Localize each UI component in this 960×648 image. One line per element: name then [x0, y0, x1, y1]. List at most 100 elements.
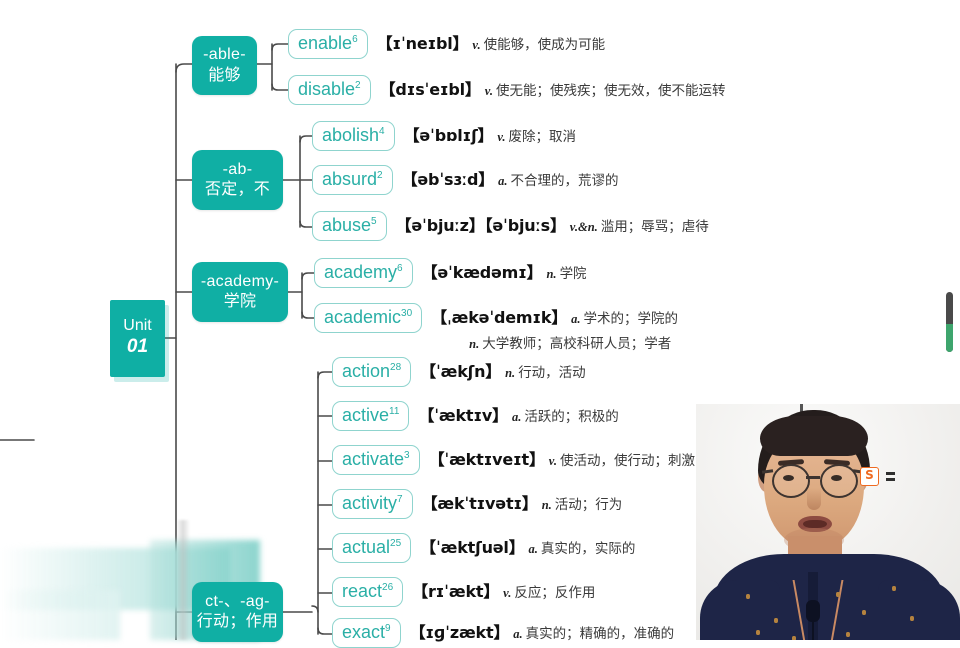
word-row[interactable]: activity7 【ækˈtɪvətɪ】 n. 活动；行为: [332, 489, 622, 519]
presenter-video-overlay[interactable]: [696, 404, 960, 640]
word-chip[interactable]: active11: [332, 401, 410, 431]
word-meaning: 滥用；辱骂；虐待: [600, 219, 709, 235]
word-pos: v.: [497, 130, 506, 144]
word-ipa: 【əˈbjuːz】【əˈbjuːs】: [395, 216, 566, 235]
word-row[interactable]: abolish4 【əˈbɒlɪʃ】 v. 废除；取消: [312, 121, 576, 151]
sense-line: 【ˌækəˈdemɪk】 a. 学术的；学院的: [431, 306, 678, 332]
word-pos: a.: [498, 174, 508, 188]
word-row[interactable]: absurd2 【əbˈsɜːd】 a. 不合理的，荒谬的: [312, 165, 618, 195]
word-pos: a.: [571, 312, 581, 326]
word-row[interactable]: active11 【ˈæktɪv】 a. 活跃的；积极的: [332, 401, 619, 431]
word-count: 6: [352, 34, 358, 45]
mindmap-canvas: Unit 01 -able- 能够 -ab- 否定，不 -academy- 学院…: [0, 0, 960, 648]
word-chip[interactable]: activity7: [332, 489, 413, 519]
word-chip[interactable]: actual25: [332, 533, 412, 563]
word-count: 6: [397, 263, 403, 274]
word-chip[interactable]: academy6: [314, 258, 413, 288]
motion-blur-artifact: [176, 520, 190, 640]
word-definition: 【əˈkædəmɪ】 n. 学院: [422, 258, 587, 287]
word-row[interactable]: action28 【ˈækʃn】 n. 行动，活动: [332, 357, 586, 387]
sense-line: 【ækˈtɪvətɪ】 n. 活动；行为: [422, 492, 623, 518]
word-definition: 【əˈbjuːz】【əˈbjuːs】 v.&n. 滥用；辱骂；虐待: [396, 211, 709, 240]
word-ipa: 【ˈækʃn】: [420, 362, 502, 381]
word-chip[interactable]: absurd2: [312, 165, 393, 195]
sense-line: 【əˈbɒlɪʃ】 v. 废除；取消: [404, 124, 576, 150]
sense-line: 【əˈbjuːz】【əˈbjuːs】 v.&n. 滥用；辱骂；虐待: [396, 214, 709, 240]
word-row[interactable]: react26 【rɪˈækt】 v. 反应；反作用: [332, 577, 595, 607]
word-chip[interactable]: react26: [332, 577, 404, 607]
word-pos: a.: [513, 627, 523, 641]
word-ipa: 【ˈæktɪv】: [418, 406, 508, 425]
branch-gloss: 行动；作用: [196, 613, 279, 630]
word-chip[interactable]: academic30: [314, 303, 423, 333]
glasses-bridge: [806, 476, 820, 479]
word-ipa: 【əˈkædəmɪ】: [421, 263, 543, 282]
word-definition: 【ˈæktʃuəl】 a. 真实的，实际的: [420, 533, 635, 562]
word-chip[interactable]: enable6: [288, 29, 368, 59]
word-meaning: 反应；反作用: [514, 585, 596, 601]
word-count: 3: [404, 450, 410, 461]
word-row[interactable]: disable2 【dɪsˈeɪbl】 v. 使无能；使残疾；使无效，使不能运转: [288, 75, 725, 105]
word-meaning: 使能够，使成为可能: [483, 37, 606, 53]
sense-line: 【dɪsˈeɪbl】 v. 使无能；使残疾；使无效，使不能运转: [380, 78, 726, 104]
word-definition: 【rɪˈækt】 v. 反应；反作用: [412, 577, 595, 606]
branch-affix: -able-: [203, 46, 246, 64]
word-ipa: 【ɪˈneɪbl】: [376, 34, 469, 53]
branch-node-academy[interactable]: -academy- 学院: [192, 262, 288, 322]
word-row[interactable]: enable6 【ɪˈneɪbl】 v. 使能够，使成为可能: [288, 29, 605, 59]
word-count: 2: [355, 80, 361, 91]
word-row[interactable]: abuse5 【əˈbjuːz】【əˈbjuːs】 v.&n. 滥用；辱骂；虐待: [312, 211, 709, 241]
word-ipa: 【əˈbɒlɪʃ】: [403, 126, 494, 145]
root-node-line2: 01: [126, 336, 149, 358]
word-chip[interactable]: activate3: [332, 445, 420, 475]
word-pos: a.: [511, 410, 522, 424]
sense-line: n. 大学教师；高校科研人员；学者: [431, 332, 678, 357]
word-row[interactable]: actual25 【ˈæktʃuəl】 a. 真实的，实际的: [332, 533, 635, 563]
word-meaning: 学院: [559, 266, 587, 282]
motion-blur-artifact: [0, 590, 120, 640]
branch-gloss: 学院: [223, 293, 257, 310]
word-ipa: 【ˈæktɪveɪt】: [428, 450, 545, 469]
word-pos: v.: [548, 454, 557, 468]
word-text: activity: [342, 493, 398, 513]
shoulder-right: [878, 580, 960, 640]
word-chip[interactable]: abolish4: [312, 121, 395, 151]
word-count: 25: [390, 538, 402, 549]
word-pos: v.: [503, 586, 512, 600]
word-pos: a.: [528, 542, 538, 556]
microphone-wire: [812, 620, 814, 640]
shirt-pattern-dot: [756, 630, 760, 635]
word-chip[interactable]: disable2: [288, 75, 371, 105]
sense-line: 【əˈkædəmɪ】 n. 学院: [422, 261, 587, 287]
scrollbar-thumb[interactable]: [946, 324, 953, 352]
word-pos: v.: [484, 84, 493, 98]
branch-affix: -academy-: [200, 272, 280, 290]
branch-gloss: 否定，不: [204, 181, 271, 198]
word-pos: n.: [541, 498, 552, 512]
word-chip[interactable]: exact9: [332, 618, 401, 648]
sense-line: 【ˈæktɪveɪt】 v. 使活动，使行动；刺激，激活: [429, 448, 736, 474]
word-text: enable: [298, 33, 353, 53]
word-definition: 【əbˈsɜːd】 a. 不合理的，荒谬的: [402, 165, 619, 194]
word-text: activate: [342, 449, 405, 469]
vertical-scrollbar[interactable]: [946, 292, 953, 352]
sense-line: 【ˈæktɪv】 a. 活跃的；积极的: [418, 404, 618, 430]
word-chip[interactable]: abuse5: [312, 211, 387, 241]
word-row[interactable]: exact9 【ɪɡˈzækt】 a. 真实的；精确的，准确的: [332, 618, 674, 648]
word-chip[interactable]: action28: [332, 357, 412, 387]
word-meaning: 学术的；学院的: [583, 311, 679, 327]
word-definition: 【ˈæktɪv】 a. 活跃的；积极的: [418, 401, 618, 430]
word-ipa: 【ɪɡˈzækt】: [409, 623, 510, 642]
root-node-unit[interactable]: Unit 01: [110, 300, 165, 377]
word-text: academy: [324, 262, 398, 282]
watermark-bars-icon: [886, 472, 895, 481]
branch-node-act[interactable]: ct-、-ag- 行动；作用: [192, 582, 283, 642]
branch-affix: -ab-: [222, 160, 253, 178]
word-row[interactable]: academy6 【əˈkædəmɪ】 n. 学院: [314, 258, 587, 288]
branch-node-ab[interactable]: -ab- 否定，不: [192, 150, 283, 210]
word-pos: n.: [505, 366, 516, 380]
word-row[interactable]: activate3 【ˈæktɪveɪt】 v. 使活动，使行动；刺激，激活: [332, 445, 735, 475]
branch-node-able[interactable]: -able- 能够: [192, 36, 257, 95]
word-row[interactable]: academic30 【ˌækəˈdemɪk】 a. 学术的；学院的 n. 大学教师；…: [314, 303, 678, 357]
sense-line: 【rɪˈækt】 v. 反应；反作用: [412, 580, 595, 606]
